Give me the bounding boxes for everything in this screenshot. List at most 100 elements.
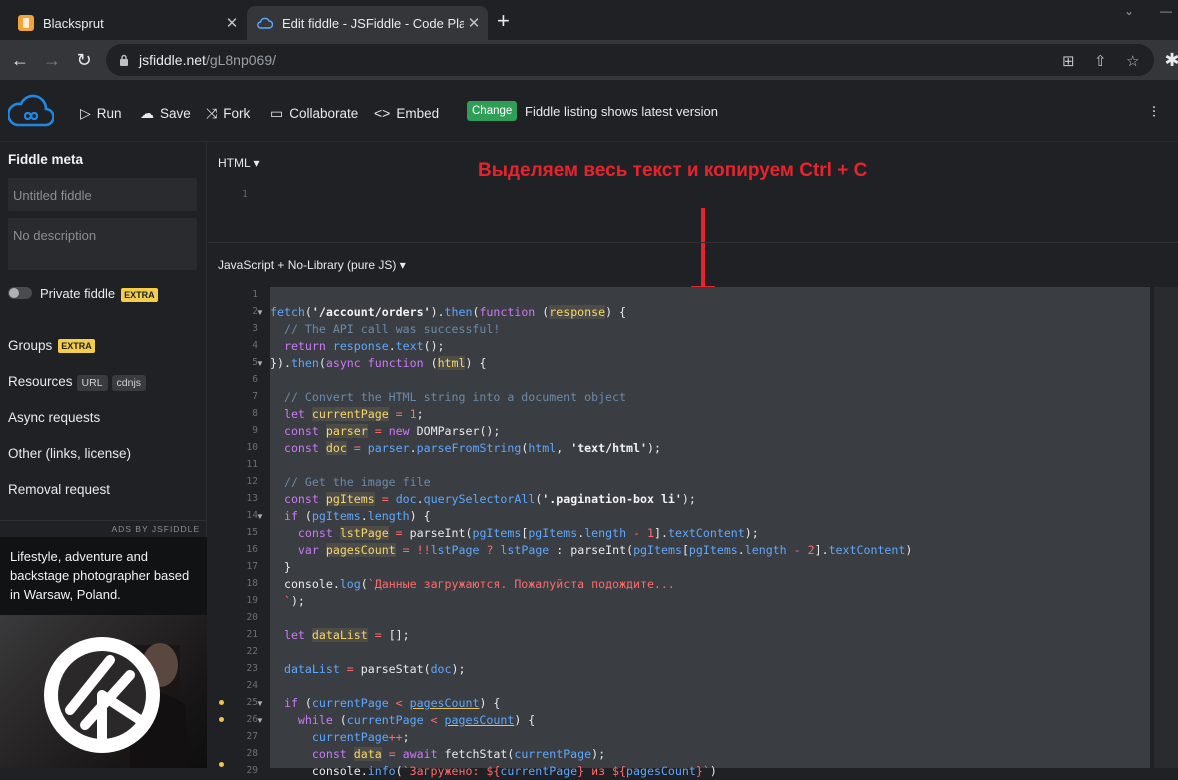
close-icon[interactable]: ✕ xyxy=(464,14,484,32)
line-number: 22 xyxy=(246,646,258,657)
code-line: while (currentPage < pagesCount) { xyxy=(297,713,536,727)
code-line: console.log(`Данные загружаются. Пожалуй… xyxy=(270,577,675,591)
share-icon[interactable]: ⇧ xyxy=(1094,52,1107,70)
extensions-icon[interactable]: ✱ xyxy=(1160,48,1178,72)
editor-scrollbar[interactable] xyxy=(1154,287,1178,768)
address-bar[interactable]: jsfiddle.net/gL8np069/ ⊞ ⇧ ☆ xyxy=(106,44,1154,76)
code-line: const parser = new DOMParser(); xyxy=(283,424,501,438)
jsfiddle-logo-icon[interactable] xyxy=(7,94,55,133)
code-line: }).then(async function (html) { xyxy=(270,356,487,370)
line-number: 21 xyxy=(246,629,258,640)
line-number: 16 xyxy=(246,544,258,555)
code-line: currentPage++; xyxy=(311,730,410,744)
pane-divider[interactable] xyxy=(208,242,1178,243)
code-line: let currentPage = 1; xyxy=(283,407,424,421)
html-line-number: 1 xyxy=(242,189,249,200)
forward-arrow-icon[interactable]: → xyxy=(40,48,64,72)
code-line: return response.text(); xyxy=(283,339,445,353)
code-line: `); xyxy=(283,594,305,608)
sidebar-title: Fiddle meta xyxy=(8,152,84,167)
url-domain: jsfiddle.net xyxy=(139,52,206,68)
line-number: 26 xyxy=(246,714,258,725)
line-number: 4 xyxy=(252,340,258,351)
lock-icon xyxy=(119,54,129,66)
fold-arrow-icon[interactable]: ▼ xyxy=(256,512,264,521)
fold-arrow-icon[interactable]: ▼ xyxy=(256,308,264,317)
code-line: let dataList = []; xyxy=(283,628,410,642)
code-line: const pgItems = doc.querySelectorAll('.p… xyxy=(283,492,696,506)
line-number: 15 xyxy=(246,527,258,538)
extra-badge: EXTRA xyxy=(121,287,158,302)
bookmark-star-icon[interactable]: ☆ xyxy=(1126,52,1139,70)
translate-icon[interactable]: ⊞ xyxy=(1062,52,1075,70)
extra-badge: EXTRA xyxy=(58,339,95,354)
line-number: 25 xyxy=(246,697,258,708)
tab-title: Blacksprut xyxy=(43,15,104,31)
code-brackets-icon: <> xyxy=(374,105,391,121)
warning-dot-icon[interactable] xyxy=(219,717,224,722)
fork-button[interactable]: ⤨ Fork xyxy=(206,104,250,122)
code-line: console.info(`Загружено: ${currentPage} … xyxy=(270,764,717,778)
code-line: // Get the image file xyxy=(283,475,431,489)
fork-icon: ⤨ xyxy=(206,104,218,121)
chat-bubble-icon: ▭ xyxy=(270,104,284,121)
cdnjs-chip[interactable]: cdnjs xyxy=(111,375,147,391)
settings-sliders-icon[interactable]: ⫶ xyxy=(1152,104,1156,121)
line-number: 10 xyxy=(246,442,258,453)
fiddle-description-input[interactable]: No description xyxy=(8,218,197,270)
close-icon[interactable]: ✕ xyxy=(222,14,242,32)
change-badge[interactable]: Change xyxy=(467,101,518,121)
sidebar-item-async-requests[interactable]: Async requests xyxy=(8,410,100,425)
minimize-icon[interactable]: — xyxy=(1160,4,1172,18)
line-number: 17 xyxy=(246,561,258,572)
line-number: 28 xyxy=(246,748,258,759)
code-line: // Convert the HTML string into a docume… xyxy=(283,390,626,404)
back-arrow-icon[interactable]: ← xyxy=(8,48,32,72)
line-number: 19 xyxy=(246,595,258,606)
warning-dot-icon[interactable] xyxy=(219,762,224,767)
fold-arrow-icon[interactable]: ▼ xyxy=(256,359,264,368)
line-number: 13 xyxy=(246,493,258,504)
code-line: const lstPage = parseInt(pgItems[pgItems… xyxy=(297,526,759,540)
fiddle-title-input[interactable]: Untitled fiddle xyxy=(8,178,197,211)
warning-dot-icon[interactable] xyxy=(219,700,224,705)
chevron-down-icon[interactable]: ⌄ xyxy=(1124,4,1134,18)
run-button[interactable]: ▷ Run xyxy=(80,104,122,122)
fold-arrow-icon[interactable]: ▼ xyxy=(256,699,264,708)
line-number: 18 xyxy=(246,578,258,589)
line-number: 14 xyxy=(246,510,258,521)
ad-banner[interactable]: Lifestyle, adventure and backstage photo… xyxy=(0,537,207,615)
js-pane-label[interactable]: JavaScript + No-Library (pure JS) ▾ xyxy=(218,258,406,272)
line-number: 29 xyxy=(246,765,258,776)
browser-toolbar: ← → ↻ jsfiddle.net/gL8np069/ ⊞ ⇧ ☆ ✱ xyxy=(0,40,1178,80)
code-line: var pagesCount = !!lstPage ? lstPage : p… xyxy=(297,543,913,557)
browser-tab-blacksprut[interactable]: Blacksprut ✕ xyxy=(8,6,246,40)
browser-tab-jsfiddle[interactable]: Edit fiddle - JSFiddle - Code Playground… xyxy=(247,6,488,40)
private-fiddle-toggle[interactable] xyxy=(8,287,32,299)
reload-icon[interactable]: ↻ xyxy=(72,48,96,72)
save-button[interactable]: ☁ Save xyxy=(140,104,191,122)
new-tab-icon[interactable]: + xyxy=(497,10,510,32)
sidebar-item-groups[interactable]: Groups EXTRA xyxy=(8,338,95,354)
sidebar-item-resources[interactable]: Resources URL cdnjs xyxy=(8,374,147,391)
url-chip[interactable]: URL xyxy=(76,375,108,391)
sidebar-item-removal-request[interactable]: Removal request xyxy=(8,482,110,497)
line-number: 5 xyxy=(252,357,258,368)
html-pane-label[interactable]: HTML ▾ xyxy=(218,156,260,170)
line-number: 20 xyxy=(246,612,258,623)
line-number: 23 xyxy=(246,663,258,674)
blacksprut-favicon-icon xyxy=(18,15,34,31)
embed-button[interactable]: <> Embed xyxy=(374,104,439,122)
jsfiddle-favicon-icon xyxy=(257,15,273,31)
sidebar-item-other[interactable]: Other (links, license) xyxy=(8,446,131,461)
collaborate-button[interactable]: ▭ Collaborate xyxy=(270,104,358,122)
line-number: 2 xyxy=(252,306,258,317)
js-code-editor[interactable]: 1 2 3 4 5 6 7 8 9 10 11 12 13 14 15 16 1… xyxy=(208,287,1150,778)
fold-arrow-icon[interactable]: ▼ xyxy=(256,716,264,725)
code-content[interactable]: fetch('/account/orders').then(function (… xyxy=(270,287,1150,778)
editor-area: HTML ▾ 1 Выделяем весь текст и копируем … xyxy=(208,142,1178,778)
line-number: 3 xyxy=(252,323,258,334)
play-icon: ▷ xyxy=(80,104,91,121)
tab-title: Edit fiddle - JSFiddle - Code Playground xyxy=(282,15,464,31)
ad-photo[interactable] xyxy=(0,615,207,768)
